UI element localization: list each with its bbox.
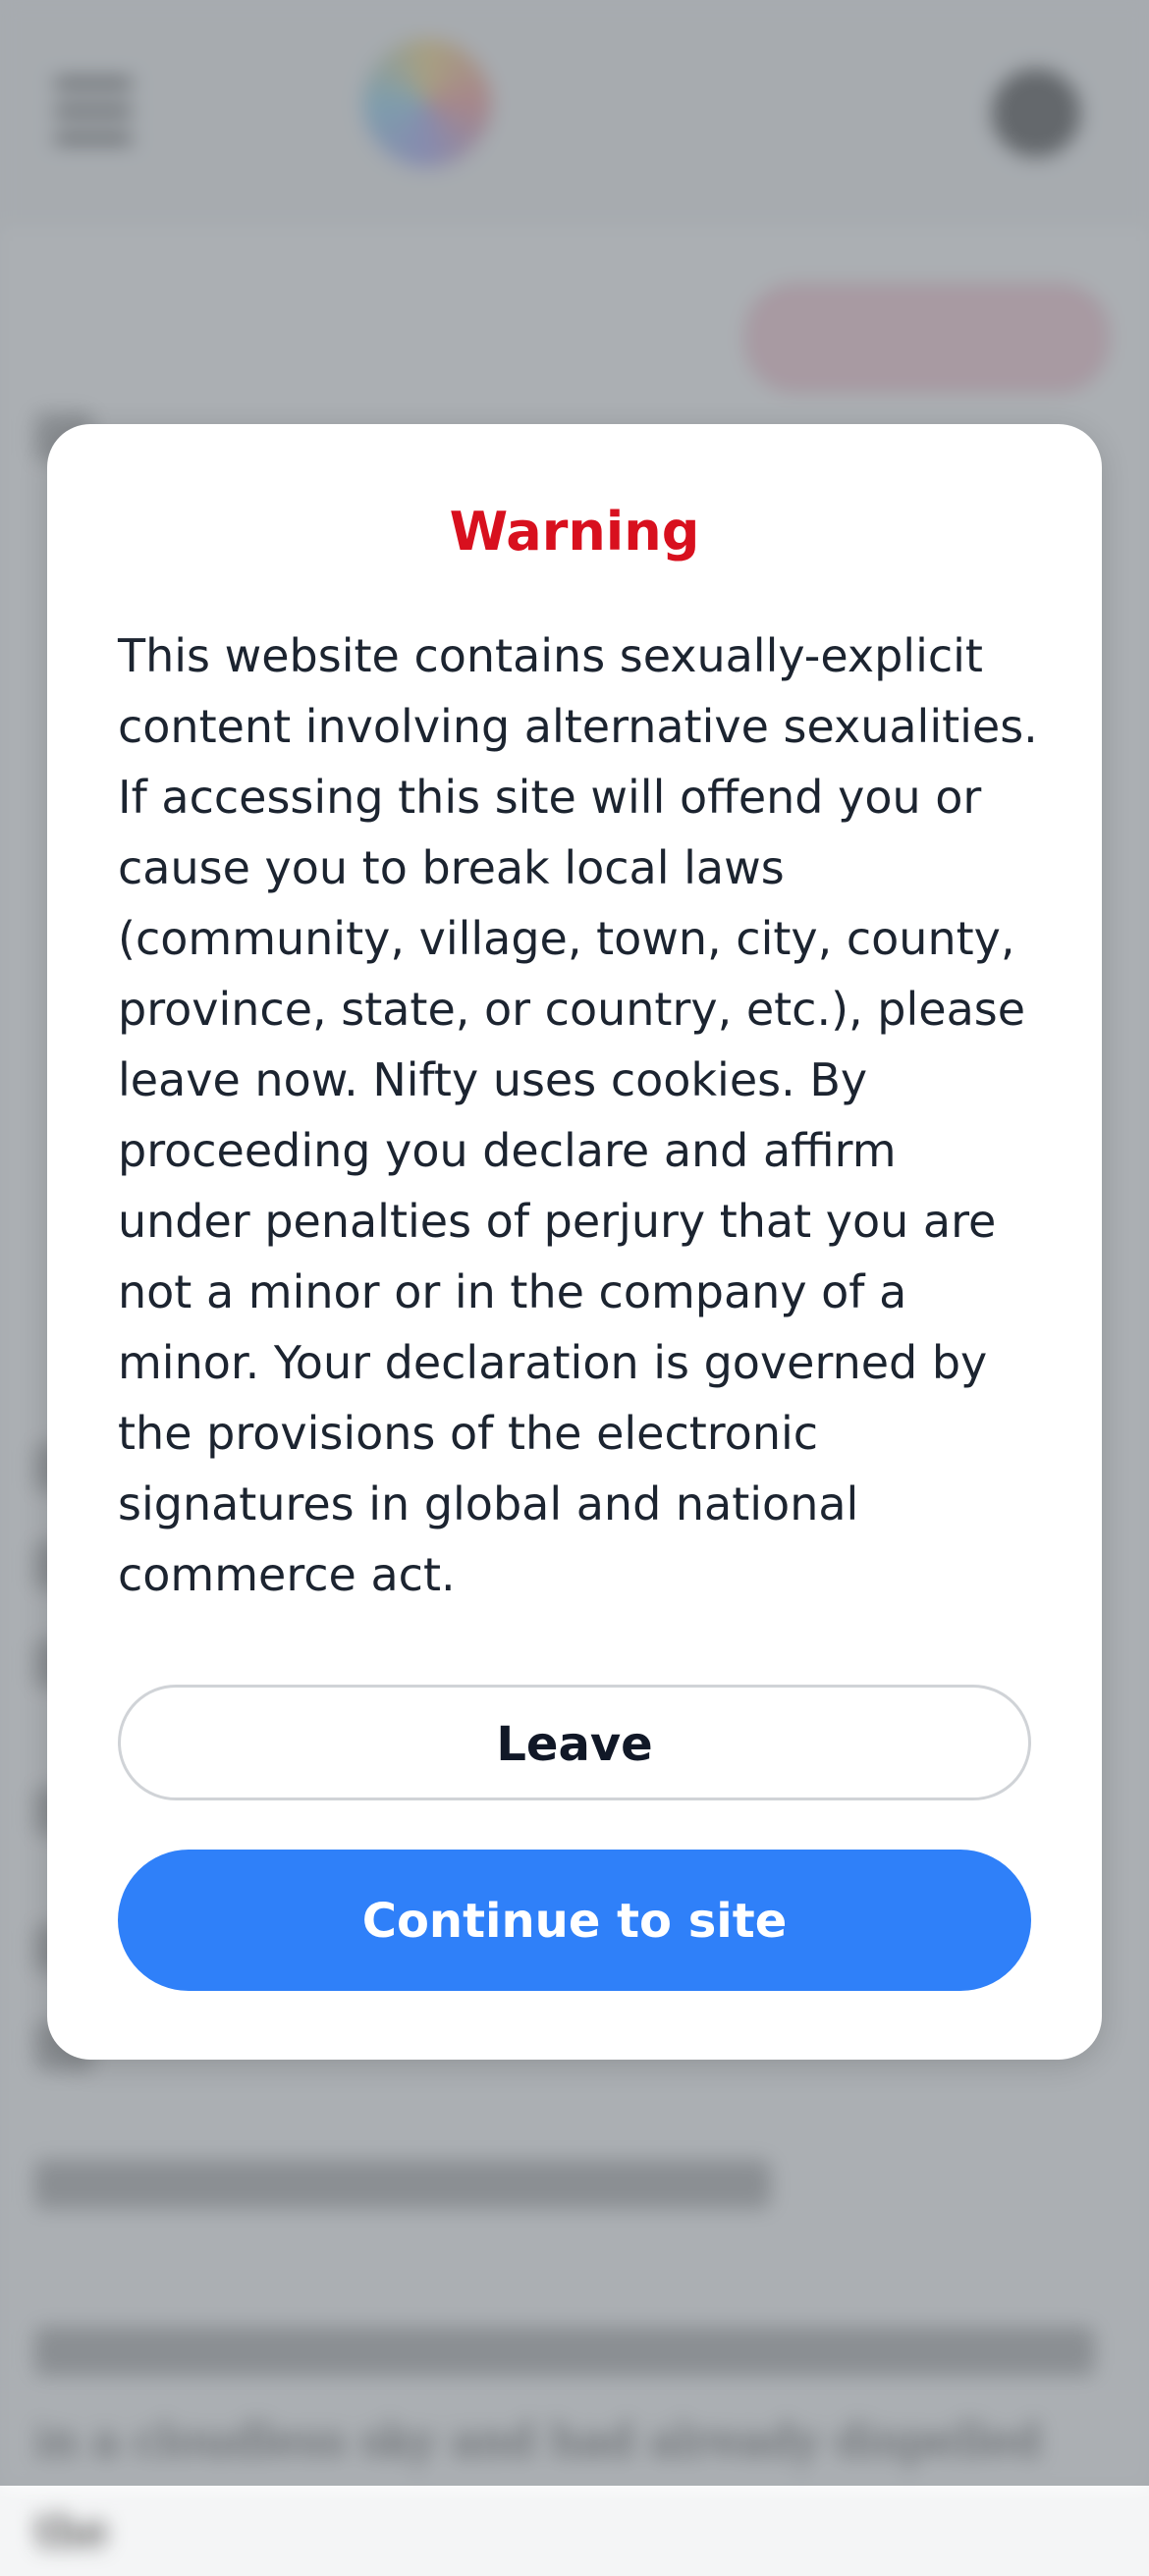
dialog-message: This website contains sexually-explicit … (118, 629, 1038, 1601)
dialog-title: Warning (449, 501, 700, 563)
leave-button[interactable]: Leave (118, 1685, 1031, 1800)
continue-to-site-button[interactable]: Continue to site (118, 1850, 1031, 1991)
age-warning-dialog: Warning This website contains sexually-e… (47, 424, 1102, 2060)
